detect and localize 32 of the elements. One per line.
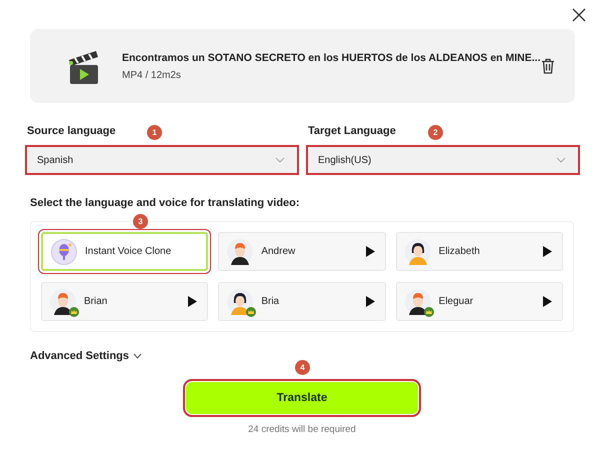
chevron-down-icon xyxy=(556,157,566,163)
field-label: Source language xyxy=(27,125,116,137)
voice-option[interactable]: Andrew xyxy=(218,232,386,271)
avatar-icon xyxy=(227,288,254,314)
video-title: Encontramos un SOTANO SECRETO en los HUERTOS de los ALDEANOS en MINE... xyxy=(122,52,541,64)
avatar-icon xyxy=(227,238,254,264)
avatar-icon xyxy=(404,288,431,314)
play-icon[interactable] xyxy=(188,296,198,307)
callout-number: 3 xyxy=(133,214,148,229)
voice-option[interactable]: Bria xyxy=(218,282,386,321)
close-icon[interactable] xyxy=(572,8,586,22)
advanced-settings-toggle[interactable]: Advanced Settings xyxy=(30,350,142,362)
avatar-icon xyxy=(51,238,77,264)
field-label: Target Language xyxy=(308,125,396,137)
voice-option[interactable]: Elizabeth xyxy=(396,232,563,271)
credits-note: 24 credits will be required xyxy=(248,424,356,435)
callout-number: 1 xyxy=(147,125,162,140)
chevron-down-icon xyxy=(275,157,285,163)
video-meta: MP4 / 12m2s xyxy=(122,70,182,80)
callout-number: 4 xyxy=(295,360,310,375)
trash-icon[interactable] xyxy=(541,58,555,74)
avatar-icon xyxy=(50,288,76,314)
play-icon[interactable] xyxy=(542,296,552,307)
chevron-icon xyxy=(133,353,142,359)
avatar-icon xyxy=(404,238,431,264)
voice-option[interactable]: Brian xyxy=(41,282,208,321)
voice-option[interactable]: Eleguar xyxy=(396,282,563,321)
play-icon[interactable] xyxy=(366,246,375,257)
play-icon[interactable] xyxy=(542,246,552,257)
callout-number: 2 xyxy=(428,125,443,140)
section-heading: Select the language and voice for translating video: xyxy=(30,197,301,209)
play-icon[interactable] xyxy=(366,296,375,307)
